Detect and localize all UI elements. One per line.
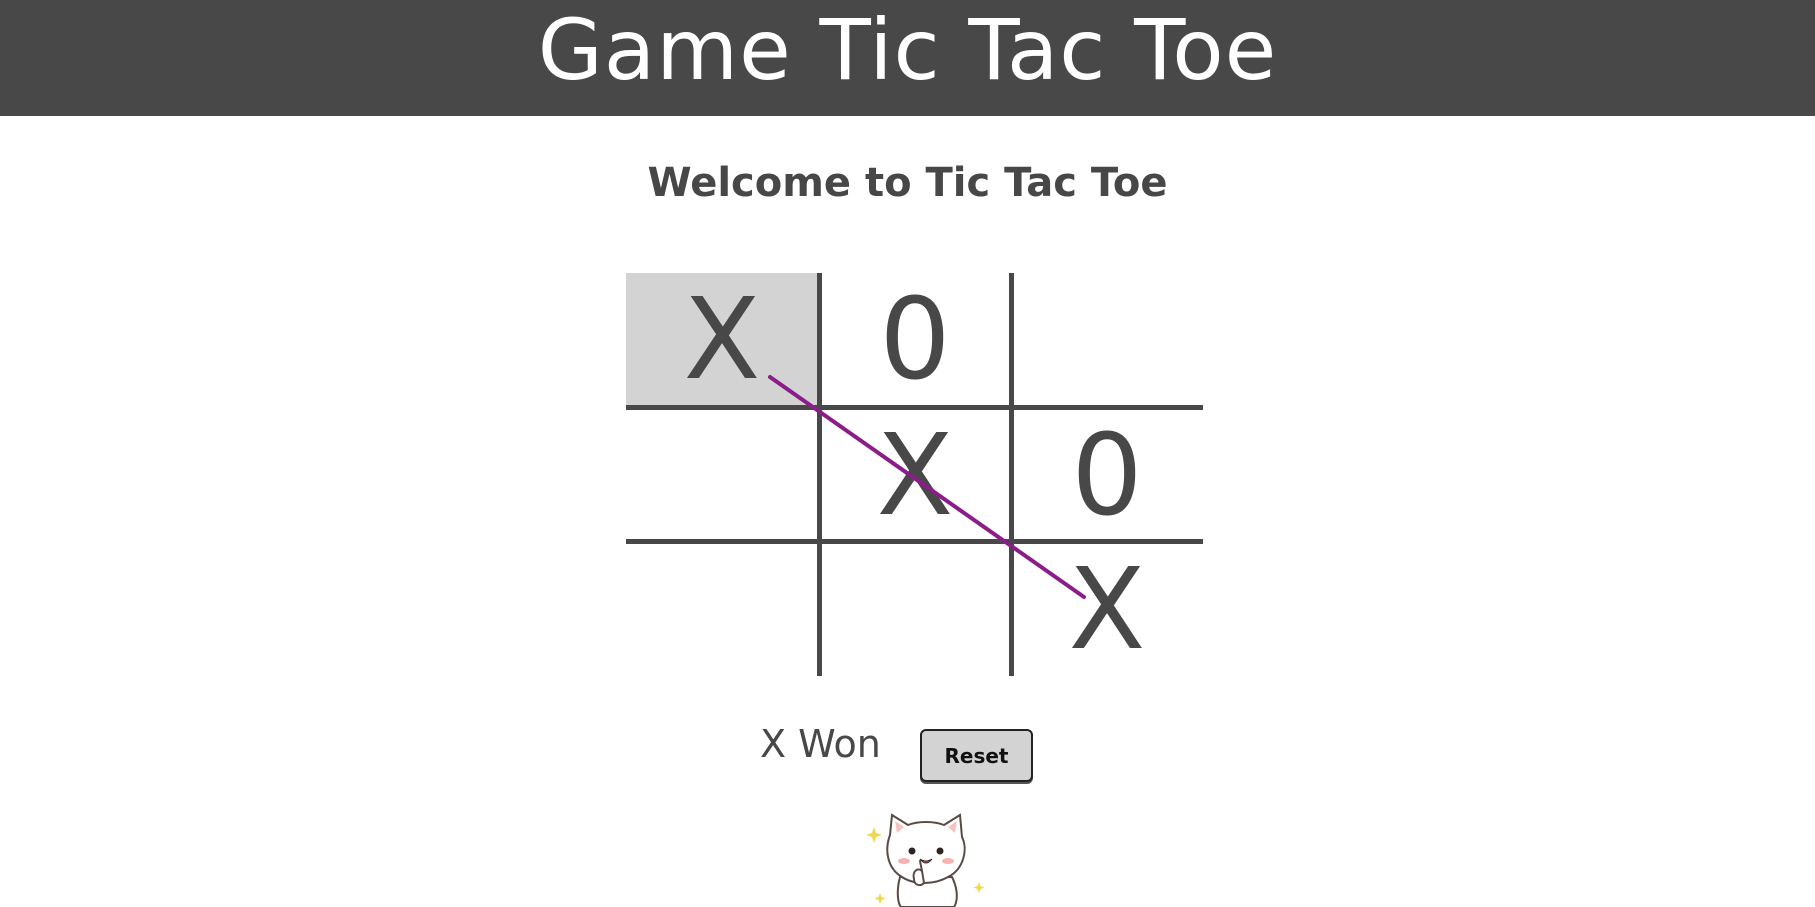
reset-button[interactable]: Reset — [920, 729, 1033, 782]
board-cell-8[interactable] — [819, 543, 1011, 677]
board-cell-9[interactable]: X — [1011, 543, 1203, 677]
board-cell-6[interactable]: 0 — [1011, 409, 1203, 543]
board-cell-7[interactable] — [626, 543, 818, 677]
board-cell-4[interactable] — [626, 409, 818, 543]
game-status-text: X Won — [760, 722, 881, 766]
cat-mascot-icon — [866, 813, 985, 907]
header-bar: Game Tic Tac Toe — [0, 0, 1815, 116]
board-cell-1[interactable]: X — [626, 273, 818, 407]
grid-line-vertical-2 — [1009, 273, 1014, 676]
page-title: Game Tic Tac Toe — [537, 1, 1278, 99]
status-row: X Won Reset — [0, 722, 1815, 784]
board-cell-2[interactable]: 0 — [819, 273, 1011, 407]
board-cell-3[interactable] — [1011, 273, 1203, 407]
welcome-heading: Welcome to Tic Tac Toe — [647, 160, 1168, 206]
game-board: X 0 X 0 X — [626, 273, 1203, 676]
grid-line-horizontal-1 — [626, 405, 1203, 410]
grid-line-horizontal-2 — [626, 539, 1203, 544]
board-cell-5[interactable]: X — [819, 409, 1011, 543]
grid-line-vertical-1 — [817, 273, 822, 676]
